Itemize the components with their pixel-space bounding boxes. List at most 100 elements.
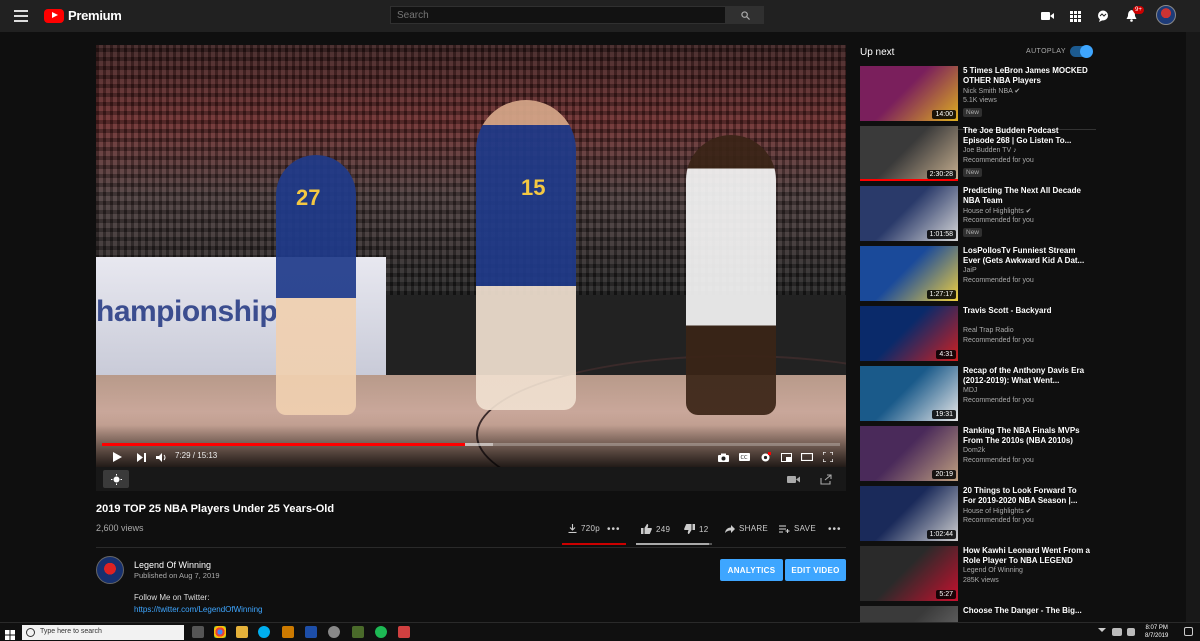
video-thumbnail[interactable]: 5:27 (860, 546, 958, 601)
app-icon-circle[interactable] (328, 626, 340, 638)
account-avatar[interactable] (1156, 5, 1176, 25)
volume-button[interactable] (154, 450, 168, 464)
video-thumbnail[interactable]: 20:19 (860, 426, 958, 481)
menu-icon[interactable] (14, 10, 28, 22)
overflow-menu-button[interactable]: ••• (828, 524, 842, 535)
apps-grid-icon[interactable] (1067, 8, 1083, 24)
recommended-video[interactable]: 20:19 Ranking The NBA Finals MVPs From Th… (860, 426, 1096, 482)
analytics-button[interactable]: ANALYTICS (720, 559, 783, 581)
save-label: SAVE (794, 524, 816, 533)
thumbs-down-icon (684, 524, 695, 534)
recommended-video[interactable]: 1:27:17 LosPollosTv Funniest Stream Ever … (860, 246, 1096, 302)
save-button[interactable]: SAVE (779, 524, 816, 533)
recommended-title[interactable]: How Kawhi Leonard Went From a Role Playe… (963, 546, 1091, 566)
description-link[interactable]: https://twitter.com/LegendOfWinning (134, 605, 263, 614)
progress-bar[interactable] (102, 443, 840, 446)
theater-mode-button[interactable] (800, 450, 814, 464)
recommended-title[interactable]: Ranking The NBA Finals MVPs From The 201… (963, 426, 1091, 446)
recommended-video[interactable]: 19:31 Recap of the Anthony Davis Era (201… (860, 366, 1096, 422)
app-icon-red[interactable] (398, 626, 410, 638)
cast-button[interactable] (780, 470, 806, 488)
subtitles-button[interactable]: CC (737, 450, 751, 464)
like-button[interactable]: 249 (641, 524, 670, 534)
recommended-video[interactable]: 5:27 How Kawhi Leonard Went From a Role P… (860, 546, 1096, 602)
skype-icon[interactable] (258, 626, 270, 638)
recommended-title[interactable]: Recap of the Anthony Davis Era (2012-201… (963, 366, 1091, 386)
share-arrow-icon (725, 524, 735, 533)
network-icon[interactable] (1112, 628, 1122, 636)
recommended-channel[interactable]: JaiP (963, 267, 977, 274)
file-explorer-icon[interactable] (236, 626, 248, 638)
channel-name[interactable]: Legend Of Winning (134, 560, 211, 570)
recommended-video[interactable]: 1:02:44 20 Things to Look Forward To For … (860, 486, 1096, 542)
recommended-channel[interactable]: Nick Smith NBA ✔ (963, 87, 1020, 95)
clock[interactable]: 8:07 PM 8/7/2019 (1145, 624, 1168, 640)
ambient-button[interactable] (103, 470, 129, 488)
search-button[interactable] (726, 6, 764, 24)
video-thumbnail[interactable]: 4:31 (860, 306, 958, 361)
windows-start-icon[interactable] (5, 627, 15, 640)
edit-video-button[interactable]: EDIT VIDEO (785, 559, 846, 581)
recommended-title[interactable]: Choose The Danger - The Big... (963, 606, 1091, 616)
video-player[interactable]: hampionship 27 15 7:29 / 15:13 CC (96, 45, 846, 467)
recommended-channel[interactable]: House of Highlights ✔ (963, 507, 1032, 515)
video-thumbnail[interactable]: 14:00 (860, 66, 958, 121)
video-thumbnail[interactable]: 1:01:58 (860, 186, 958, 241)
action-center-icon[interactable] (1184, 627, 1193, 636)
recommended-video[interactable]: 1:01:58 Predicting The Next All Decade NB… (860, 186, 1096, 242)
volume-tray-icon[interactable] (1127, 628, 1135, 636)
recommended-video[interactable]: 2:30:28 The Joe Budden Podcast Episode 26… (860, 126, 1096, 182)
recommended-channel[interactable]: Legend Of Winning (963, 567, 1023, 574)
recommended-channel[interactable]: House of Highlights ✔ (963, 207, 1032, 215)
messages-icon[interactable] (1095, 8, 1111, 24)
share-button[interactable]: SHARE (725, 524, 768, 533)
recommended-title[interactable]: Predicting The Next All Decade NBA Team (963, 186, 1091, 206)
recommended-channel[interactable]: MDJ (963, 387, 977, 394)
recommended-channel[interactable]: Real Trap Radio (963, 327, 1014, 334)
spotify-icon[interactable] (375, 626, 387, 638)
video-thumbnail[interactable]: 19:31 (860, 366, 958, 421)
quality-download-button[interactable]: 720p (568, 524, 600, 533)
recommended-title[interactable]: The Joe Budden Podcast Episode 268 | Go … (963, 126, 1091, 146)
autoplay-toggle[interactable] (1070, 45, 1093, 58)
video-thumbnail[interactable]: 1:27:17 (860, 246, 958, 301)
more-actions-button[interactable]: ••• (607, 524, 621, 535)
miniplayer-button[interactable] (779, 450, 793, 464)
fullscreen-button[interactable] (821, 450, 835, 464)
clock-time: 8:07 PM (1145, 625, 1168, 631)
video-duration: 1:27:17 (926, 290, 956, 299)
video-thumbnail[interactable]: 1:02:44 (860, 486, 958, 541)
page-scrollbar[interactable] (1186, 32, 1200, 622)
volume-icon (155, 452, 165, 462)
app-icon-orange[interactable] (282, 626, 294, 638)
like-count: 249 (656, 524, 671, 534)
recommended-title[interactable]: Travis Scott - Backyard (963, 306, 1091, 316)
channel-avatar[interactable] (96, 556, 124, 584)
search-input[interactable] (390, 6, 726, 24)
recommended-title[interactable]: LosPollosTv Funniest Stream Ever (Gets A… (963, 246, 1091, 266)
recommended-title[interactable]: 5 Times LeBron James MOCKED OTHER NBA Pl… (963, 66, 1091, 86)
task-view-icon[interactable] (192, 626, 204, 638)
dislike-button[interactable]: 12 (684, 524, 709, 534)
share-embed-button[interactable] (813, 470, 839, 488)
recommended-video[interactable]: 14:00 5 Times LeBron James MOCKED OTHER N… (860, 66, 1096, 122)
recommended-title[interactable]: 20 Things to Look Forward To For 2019-20… (963, 486, 1091, 506)
video-thumbnail[interactable]: 2:30:28 (860, 126, 958, 181)
create-video-icon[interactable] (1039, 8, 1055, 24)
recommended-video[interactable]: 4:31 Travis Scott - Backyard Real Trap Rad… (860, 306, 1096, 362)
recommended-channel[interactable]: Joe Budden TV ♪ (963, 147, 1017, 154)
clock-date: 8/7/2019 (1145, 633, 1169, 639)
tray-chevron-icon[interactable] (1098, 628, 1106, 636)
taskbar-search[interactable]: Type here to search (22, 625, 184, 640)
app-icon-v[interactable] (305, 626, 317, 638)
logo-text: Premium (68, 8, 122, 23)
settings-button[interactable] (758, 450, 772, 464)
youtube-logo[interactable]: Premium (44, 8, 122, 23)
recommended-channel[interactable]: Dom2k (963, 447, 985, 454)
chrome-icon[interactable] (214, 626, 226, 638)
screenshot-button[interactable] (716, 450, 730, 464)
next-button[interactable] (134, 450, 148, 464)
gear-icon (761, 451, 771, 461)
app-icon-green[interactable] (352, 626, 364, 638)
play-button[interactable] (110, 450, 124, 464)
